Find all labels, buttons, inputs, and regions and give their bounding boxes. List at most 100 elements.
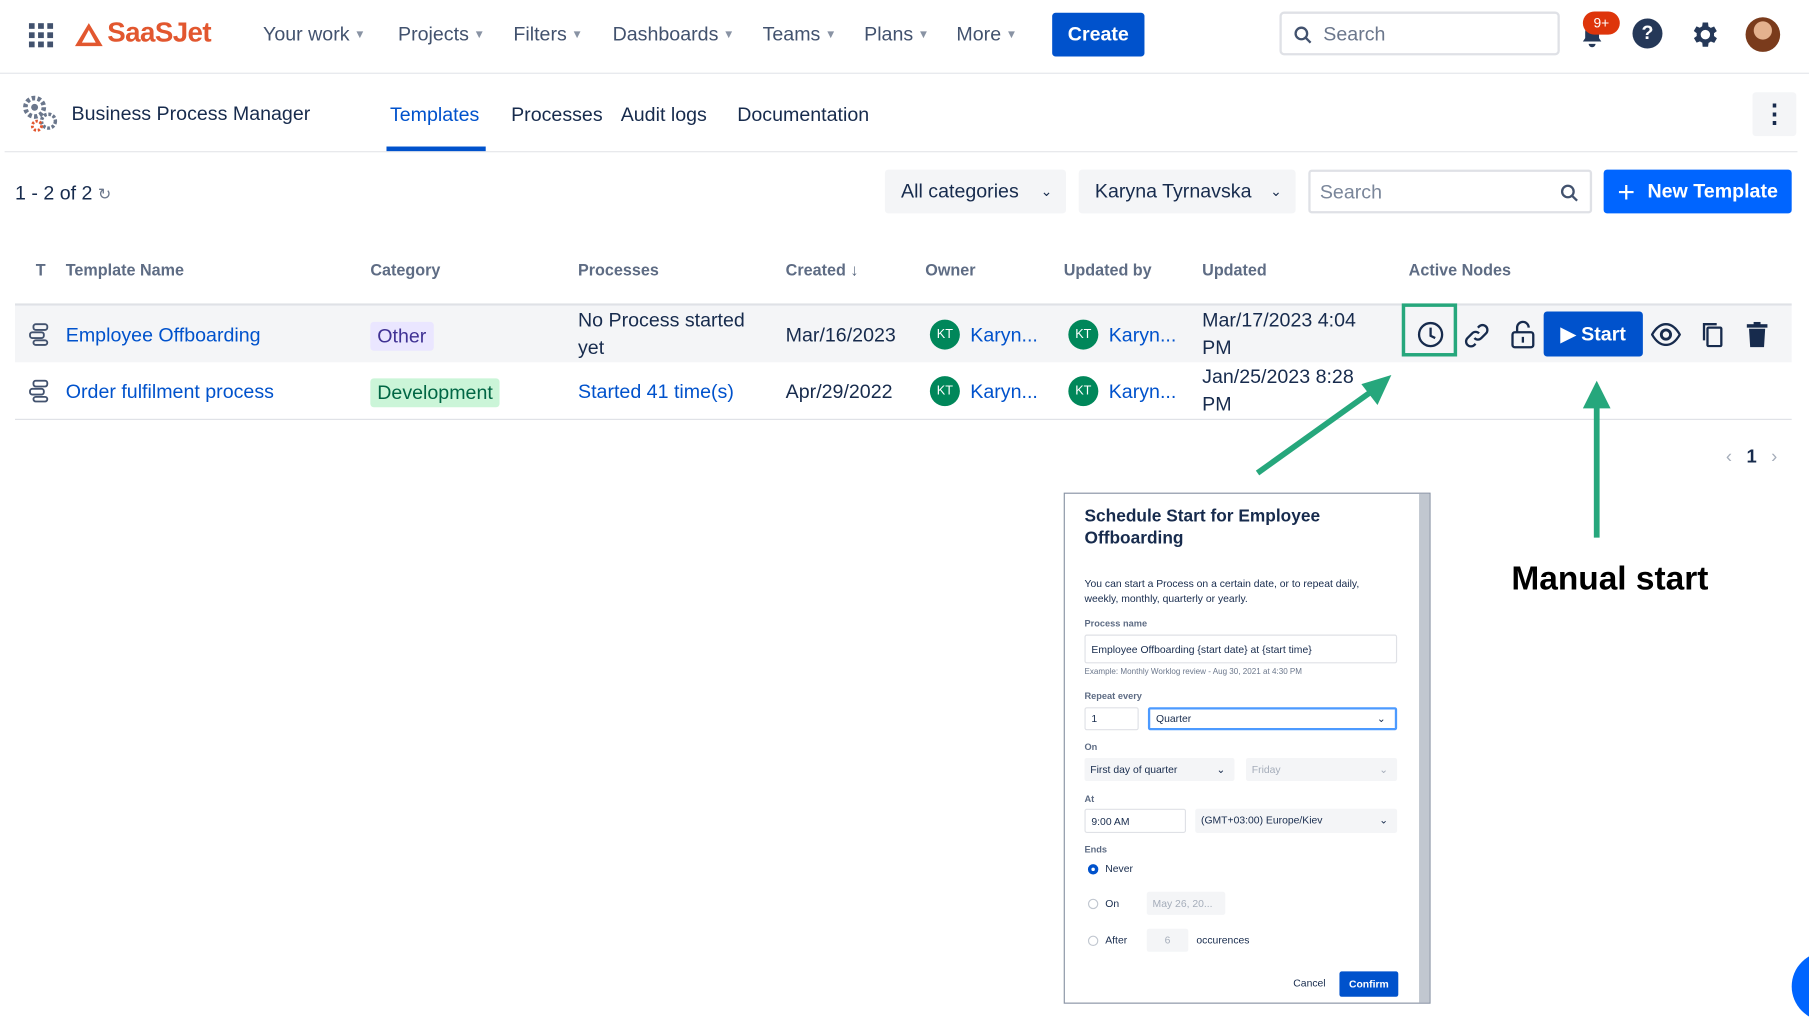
template-name-link[interactable]: Employee Offboarding xyxy=(66,324,261,347)
processes-status-cont: yet xyxy=(578,336,605,359)
process-template-icon xyxy=(29,379,49,403)
ends-on-label: On xyxy=(1105,897,1120,910)
column-updated-by[interactable]: Updated by xyxy=(1064,261,1152,279)
global-search-input[interactable]: Search xyxy=(1279,11,1560,56)
nav-teams[interactable]: Teams ▼ xyxy=(763,23,837,46)
column-owner[interactable]: Owner xyxy=(925,261,975,279)
process-name-example: Example: Monthly Worklog review - Aug 30… xyxy=(1084,667,1303,677)
column-processes[interactable]: Processes xyxy=(578,261,659,279)
template-search-input[interactable]: Search xyxy=(1308,169,1593,214)
more-actions-kebab-icon[interactable]: ⋮ xyxy=(1752,92,1797,137)
brand-name[interactable]: SaaSJet xyxy=(107,17,211,49)
modal-scrollbar[interactable] xyxy=(1419,493,1430,1003)
nav-your-work[interactable]: Your work ▼ xyxy=(263,23,366,46)
template-name-link[interactable]: Order fulfilment process xyxy=(66,381,274,404)
timezone-select[interactable]: (GMT+03:00) Europe/Kiev ⌄ xyxy=(1195,808,1398,833)
app-switcher-icon[interactable] xyxy=(28,23,54,48)
nav-more[interactable]: More ▼ xyxy=(956,23,1017,46)
column-type[interactable]: T xyxy=(36,261,46,279)
ends-never-radio[interactable] xyxy=(1087,864,1099,875)
duplicate-icon[interactable] xyxy=(1701,322,1724,348)
view-eye-icon[interactable] xyxy=(1650,323,1681,347)
confirm-button[interactable]: Confirm xyxy=(1339,971,1399,997)
updated-by-link[interactable]: Karyn... xyxy=(1109,381,1177,404)
at-label: At xyxy=(1084,793,1095,805)
start-label: Start xyxy=(1581,323,1626,345)
refresh-icon[interactable]: ↻ xyxy=(98,185,112,203)
category-lozenge: Other xyxy=(370,321,434,351)
owner-link[interactable]: Karyn... xyxy=(970,381,1038,404)
chevron-down-icon: ⌄ xyxy=(1379,814,1388,827)
column-active-nodes[interactable]: Active Nodes xyxy=(1409,261,1511,279)
new-template-label: New Template xyxy=(1647,179,1778,202)
results-count-text: 1 - 2 of 2 xyxy=(14,182,93,205)
table-bottom-divider xyxy=(14,418,1792,420)
updated-by-avatar: KT xyxy=(1068,376,1099,407)
copy-link-icon[interactable] xyxy=(1463,322,1491,350)
created-date: Mar/16/2023 xyxy=(785,324,896,347)
owner-avatar: KT xyxy=(929,376,960,407)
user-avatar[interactable] xyxy=(1745,17,1781,52)
ends-after-label: After xyxy=(1105,934,1128,947)
help-chat-bubble[interactable] xyxy=(1791,951,1809,1022)
timezone-value: (GMT+03:00) Europe/Kiev xyxy=(1201,814,1323,827)
schedule-clock-icon[interactable] xyxy=(1417,321,1445,349)
nav-your-work-label: Your work xyxy=(263,23,350,45)
nav-filters[interactable]: Filters ▼ xyxy=(513,23,582,46)
cancel-button[interactable]: Cancel xyxy=(1293,977,1325,989)
trash-icon[interactable] xyxy=(1746,321,1768,348)
owner-avatar: KT xyxy=(929,319,960,350)
category-filter-dropdown[interactable]: All categories ⌄ xyxy=(884,169,1067,214)
ends-label: Ends xyxy=(1084,844,1108,855)
repeat-unit-select[interactable]: Quarter ⌄ xyxy=(1147,707,1398,731)
process-name-input[interactable]: Employee Offboarding {start date} at {st… xyxy=(1084,634,1398,664)
nav-plans[interactable]: Plans ▼ xyxy=(864,23,929,46)
ends-after-radio[interactable] xyxy=(1087,935,1099,947)
chevron-down-icon: ▼ xyxy=(354,28,366,42)
owner-link[interactable]: Karyn... xyxy=(970,324,1038,347)
nav-dashboards[interactable]: Dashboards ▼ xyxy=(613,23,735,46)
search-placeholder: Search xyxy=(1323,23,1386,45)
created-date: Apr/29/2022 xyxy=(785,380,893,403)
ends-after-count-input: 6 xyxy=(1146,928,1189,952)
next-page-icon[interactable]: › xyxy=(1771,448,1777,468)
active-tab-indicator xyxy=(386,146,486,152)
nav-projects[interactable]: Projects ▼ xyxy=(398,23,485,46)
search-icon xyxy=(1560,184,1578,202)
pagination: ‹ 1 › xyxy=(1726,448,1777,469)
modal-description-cont: weekly, monthly, quarterly or yearly. xyxy=(1084,593,1248,605)
column-updated[interactable]: Updated xyxy=(1202,261,1267,279)
column-template-name[interactable]: Template Name xyxy=(66,261,184,279)
chevron-down-icon: ⌄ xyxy=(1040,183,1053,200)
help-icon[interactable]: ? xyxy=(1632,18,1663,49)
ends-never-label: Never xyxy=(1105,862,1133,875)
annotation-arrow-to-clock xyxy=(1255,374,1392,476)
nav-teams-label: Teams xyxy=(762,23,821,45)
create-button[interactable]: Create xyxy=(1052,12,1145,57)
owner-filter-dropdown[interactable]: Karyna Tyrnavska ⌄ xyxy=(1078,169,1296,214)
tab-audit-logs[interactable]: Audit logs xyxy=(621,104,707,127)
updated-by-link[interactable]: Karyn... xyxy=(1109,324,1177,347)
settings-gear-icon[interactable] xyxy=(1688,18,1720,50)
tab-documentation[interactable]: Documentation xyxy=(737,104,869,127)
chevron-down-icon: ▼ xyxy=(917,28,930,42)
on-day-select[interactable]: First day of quarter ⌄ xyxy=(1084,757,1235,782)
repeat-count-input[interactable]: 1 xyxy=(1084,707,1139,731)
chevron-down-icon: ⌄ xyxy=(1216,763,1226,776)
updated-date: Mar/17/2023 4:04 xyxy=(1202,309,1356,332)
current-page[interactable]: 1 xyxy=(1746,448,1756,468)
notification-badge: 9+ xyxy=(1582,11,1620,35)
prev-page-icon[interactable]: ‹ xyxy=(1726,448,1732,468)
column-created[interactable]: Created ↓ xyxy=(786,261,859,279)
new-template-button[interactable]: + New Template xyxy=(1603,169,1792,214)
column-category[interactable]: Category xyxy=(370,261,440,279)
category-filter-value: All categories xyxy=(901,179,1019,202)
unlock-icon[interactable] xyxy=(1510,320,1535,350)
processes-started-link[interactable]: Started 41 time(s) xyxy=(578,381,734,404)
tab-templates[interactable]: Templates xyxy=(390,104,479,127)
start-button[interactable]: ▶ Start xyxy=(1543,311,1643,357)
ends-on-radio[interactable] xyxy=(1087,898,1099,910)
start-time-input[interactable]: 9:00 AM xyxy=(1084,808,1187,833)
app-header: Business Process Manager Templates Proce… xyxy=(4,75,1798,153)
tab-processes[interactable]: Processes xyxy=(511,104,603,127)
